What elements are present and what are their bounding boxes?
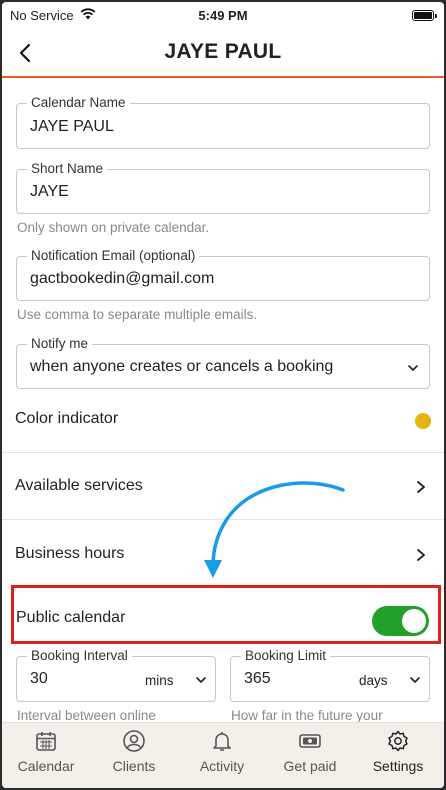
tab-label: Get paid <box>283 758 337 774</box>
booking-limit-select[interactable]: Booking Limit 365 days <box>230 648 430 702</box>
available-services-label: Available services <box>15 477 143 494</box>
short-name-helper: Only shown on private calendar. <box>17 220 210 235</box>
public-calendar-toggle[interactable] <box>372 606 429 636</box>
tab-settings[interactable]: Settings <box>354 723 442 788</box>
clock: 5:49 PM <box>198 8 248 23</box>
header: JAYE PAUL <box>2 32 444 78</box>
notify-me-select[interactable]: Notify me when anyone creates or cancels… <box>16 336 430 389</box>
page-title: JAYE PAUL <box>164 40 282 63</box>
tab-get-paid[interactable]: Get paid <box>266 723 354 788</box>
public-calendar-label: Public calendar <box>16 609 126 626</box>
short-name-field[interactable]: Short Name JAYE <box>16 161 430 214</box>
booking-limit-unit: days <box>359 673 388 688</box>
notification-email-helper: Use comma to separate multiple emails. <box>17 307 258 322</box>
chevron-down-icon <box>410 677 420 683</box>
chevron-down-icon <box>196 677 206 683</box>
calendar-name-label: Calendar Name <box>27 95 130 110</box>
booking-interval-helper: Interval between online <box>17 708 156 723</box>
booking-limit-value: 365 <box>244 670 271 687</box>
short-name-value[interactable]: JAYE <box>30 183 69 201</box>
booking-interval-label: Booking Interval <box>27 648 132 663</box>
tab-bar: Calendar Clients Activity Get paid Setti… <box>2 722 444 788</box>
booking-limit-helper: How far in the future your <box>231 708 383 723</box>
color-indicator-row[interactable]: Color indicator <box>2 388 444 454</box>
screen: No Service 5:49 PM JAYE PAUL Calendar Na… <box>2 2 444 788</box>
chevron-down-icon <box>408 365 418 371</box>
battery-icon <box>412 10 437 21</box>
gear-icon <box>388 730 408 752</box>
tab-activity[interactable]: Activity <box>178 723 266 788</box>
chevron-right-icon <box>417 481 425 493</box>
notification-email-field[interactable]: Notification Email (optional) gactbooked… <box>16 248 430 301</box>
short-name-label: Short Name <box>27 161 108 176</box>
status-bar: No Service 5:49 PM <box>2 2 444 32</box>
color-indicator-label: Color indicator <box>15 410 119 427</box>
notify-me-value: when anyone creates or cancels a booking <box>30 358 334 375</box>
tab-clients[interactable]: Clients <box>90 723 178 788</box>
color-indicator-dot[interactable] <box>415 413 431 429</box>
booking-interval-value: 30 <box>30 670 48 687</box>
tab-label: Settings <box>372 758 424 774</box>
annotation-arrow <box>204 481 345 578</box>
toggle-knob <box>402 609 426 633</box>
calendar-name-field[interactable]: Calendar Name JAYE PAUL <box>16 95 430 149</box>
calendar-icon <box>36 732 56 751</box>
calendar-name-value[interactable]: JAYE PAUL <box>30 118 114 136</box>
booking-limit-label: Booking Limit <box>241 648 331 663</box>
booking-interval-unit: mins <box>145 673 174 688</box>
tab-calendar[interactable]: Calendar <box>2 723 90 788</box>
notify-me-label: Notify me <box>27 336 93 351</box>
person-icon <box>123 730 145 752</box>
tab-label: Calendar <box>17 758 75 774</box>
money-icon <box>299 734 321 748</box>
notification-email-value[interactable]: gactbookedin@gmail.com <box>30 270 214 288</box>
tab-label: Clients <box>112 758 156 774</box>
bell-icon <box>213 732 231 751</box>
business-hours-label: Business hours <box>15 545 125 562</box>
booking-interval-select[interactable]: Booking Interval 30 mins <box>16 648 216 702</box>
notification-email-label: Notification Email (optional) <box>27 248 200 263</box>
tab-label: Activity <box>199 758 245 774</box>
chevron-right-icon <box>417 549 425 561</box>
